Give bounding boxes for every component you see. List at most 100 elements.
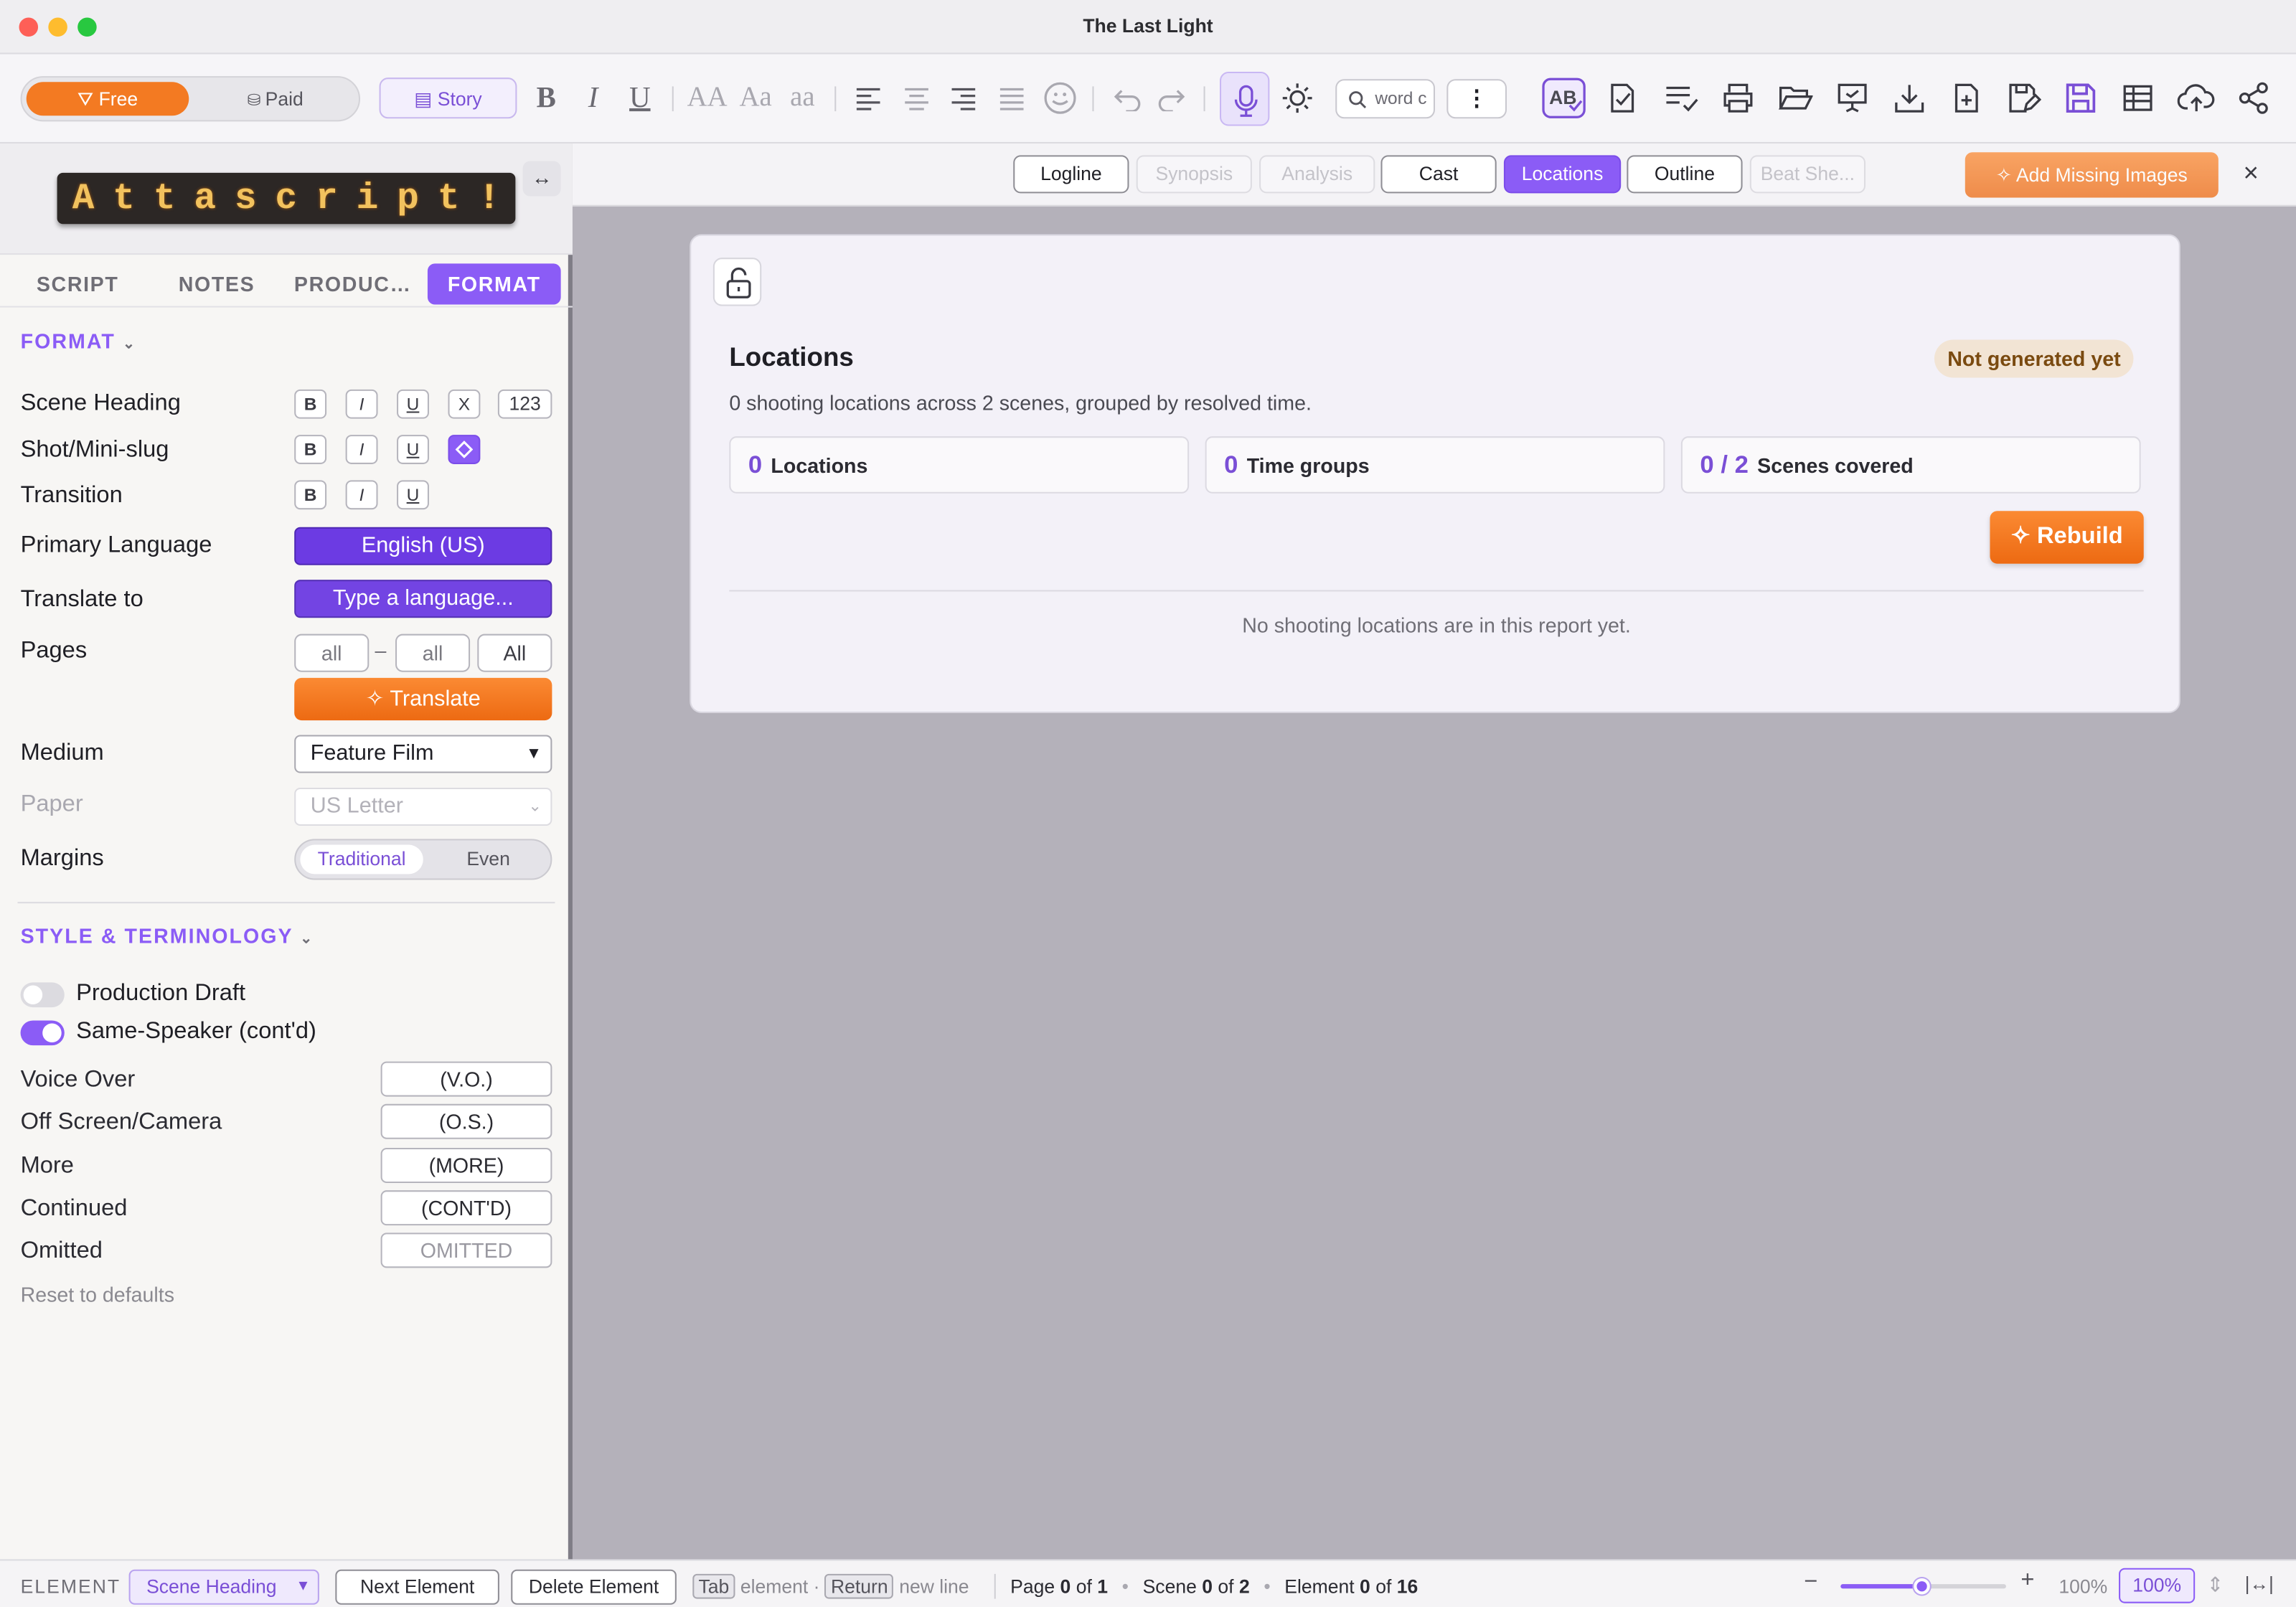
tab-format[interactable]: FORMAT	[427, 263, 561, 305]
next-element-button[interactable]: Next Element	[335, 1569, 499, 1605]
search-input[interactable]: word c	[1335, 79, 1435, 119]
pages-dash: –	[375, 638, 387, 662]
save-icon[interactable]	[2064, 80, 2099, 116]
table-icon[interactable]	[2120, 80, 2155, 116]
tab-production[interactable]: PRODUC…	[290, 263, 416, 304]
shot-italic-button[interactable]: I	[345, 435, 378, 464]
transition-label: Transition	[20, 483, 123, 509]
separator-dot: •	[1264, 1575, 1271, 1598]
translate-language-input[interactable]: Type a language...	[294, 580, 552, 618]
document-check-icon[interactable]	[1605, 80, 1640, 116]
transition-underline-button[interactable]: U	[397, 480, 429, 510]
paid-option[interactable]: ⛁ Paid	[194, 82, 355, 116]
zoom-input[interactable]: 100%	[2119, 1568, 2196, 1603]
emoji-icon[interactable]	[1043, 80, 1078, 116]
lowercase-button[interactable]: aa	[782, 80, 823, 116]
style-section-title: STYLE & TERMINOLOGY	[20, 923, 293, 948]
redo-icon[interactable]	[1157, 85, 1186, 112]
scene-heading-italic-button[interactable]: I	[345, 389, 378, 419]
print-icon[interactable]	[1721, 80, 1756, 116]
delete-element-button[interactable]: Delete Element	[511, 1569, 677, 1605]
stat-label: Scenes covered	[1757, 453, 1914, 478]
sun-icon[interactable]	[1280, 80, 1315, 116]
rebuild-button[interactable]: ✧ Rebuild	[1990, 511, 2144, 564]
align-right-icon[interactable]	[949, 85, 978, 111]
scene-heading-underline-button[interactable]: U	[397, 389, 429, 419]
download-icon[interactable]	[1892, 80, 1927, 116]
more-menu-button[interactable]: ⋮	[1446, 79, 1507, 119]
titlecase-button[interactable]: Aa	[733, 80, 777, 116]
primary-language-field[interactable]: English (US)	[294, 527, 552, 565]
zoom-in-icon[interactable]: +	[2020, 1568, 2034, 1595]
empty-state-message: No shooting locations are in this report…	[1242, 613, 1631, 637]
plan-toggle[interactable]: ⛛ Free ⛁ Paid	[20, 76, 361, 122]
sparkle-icon: ✧	[365, 687, 390, 712]
unlock-button[interactable]	[712, 258, 762, 306]
scene-numbers-button[interactable]: 123	[497, 389, 552, 419]
tab-cast[interactable]: Cast	[1380, 155, 1497, 194]
report-title: Locations	[729, 342, 854, 372]
same-speaker-toggle[interactable]	[20, 1020, 65, 1046]
omitted-label: Omitted	[20, 1238, 103, 1264]
free-option[interactable]: ⛛ Free	[26, 82, 189, 116]
margins-even-option[interactable]: Even	[428, 845, 549, 875]
scene-heading-clear-button[interactable]: X	[448, 389, 481, 419]
presentation-icon[interactable]	[1835, 80, 1870, 116]
format-section-header[interactable]: FORMAT ⌄	[21, 329, 136, 353]
bold-button[interactable]: B	[530, 80, 563, 116]
more-vertical-icon: ⋮	[1465, 86, 1488, 112]
close-panel-button[interactable]: ×	[2244, 158, 2259, 189]
translate-button[interactable]: ✧ Translate	[294, 677, 552, 721]
shot-underline-button[interactable]: U	[397, 435, 429, 464]
production-draft-toggle[interactable]	[20, 982, 65, 1008]
element-type-select[interactable]: Scene Heading ▼	[128, 1569, 319, 1605]
folder-open-icon[interactable]	[1778, 80, 1813, 116]
zoom-out-icon[interactable]: −	[1804, 1570, 1817, 1596]
continued-input[interactable]: (CONT'D)	[380, 1190, 552, 1226]
pages-from-input[interactable]: all	[294, 633, 370, 672]
omitted-input[interactable]: OMITTED	[380, 1233, 552, 1268]
underline-button[interactable]: U	[624, 80, 656, 116]
tab-logline[interactable]: Logline	[1013, 155, 1129, 194]
cloud-upload-icon[interactable]	[2177, 80, 2216, 116]
transition-bold-button[interactable]: B	[294, 480, 327, 510]
zoom-slider[interactable]	[1840, 1578, 2006, 1595]
share-icon[interactable]	[2236, 80, 2271, 116]
tab-script[interactable]: SCRIPT	[17, 263, 137, 304]
uppercase-button[interactable]: AA	[684, 80, 730, 116]
tab-locations[interactable]: Locations	[1503, 155, 1622, 194]
style-section-header[interactable]: STYLE & TERMINOLOGY ⌄	[21, 924, 314, 948]
pages-all-button[interactable]: All	[477, 633, 552, 672]
off-screen-input[interactable]: (O.S.)	[380, 1103, 552, 1139]
pages-to-input[interactable]: all	[395, 633, 471, 672]
tab-notes[interactable]: NOTES	[158, 263, 275, 304]
transition-italic-button[interactable]: I	[345, 480, 378, 510]
scene-heading-bold-button[interactable]: B	[294, 389, 327, 419]
undo-icon[interactable]	[1113, 85, 1142, 112]
shot-highlight-button[interactable]	[448, 435, 481, 464]
voice-over-input[interactable]: (V.O.)	[380, 1061, 552, 1097]
dictation-button[interactable]	[1219, 71, 1270, 126]
justify-icon[interactable]	[997, 85, 1027, 111]
list-check-icon[interactable]	[1663, 80, 1698, 116]
more-input[interactable]: (MORE)	[380, 1147, 552, 1183]
zoom-slider-knob[interactable]	[1913, 1578, 1929, 1595]
add-missing-images-button[interactable]: ✧ Add Missing Images	[1965, 152, 2219, 198]
new-document-icon[interactable]	[1949, 80, 1984, 116]
margins-toggle[interactable]: Traditional Even	[294, 839, 552, 880]
spellcheck-icon[interactable]: AB	[1542, 77, 1586, 118]
italic-button[interactable]: I	[577, 80, 609, 116]
fit-height-icon[interactable]: ⇕	[2207, 1573, 2224, 1598]
shot-bold-button[interactable]: B	[294, 435, 327, 464]
align-left-icon[interactable]	[854, 85, 883, 111]
free-label: Free	[98, 88, 138, 110]
margins-traditional-option[interactable]: Traditional	[300, 844, 423, 875]
resize-sidebar-button[interactable]: ↔	[522, 161, 561, 197]
tab-outline[interactable]: Outline	[1627, 155, 1743, 194]
align-center-icon[interactable]	[902, 85, 931, 111]
story-button[interactable]: ▤ Story	[379, 77, 517, 119]
reset-defaults-link[interactable]: Reset to defaults	[21, 1283, 174, 1306]
save-as-icon[interactable]	[2006, 80, 2041, 116]
medium-select[interactable]: Feature Film ▼	[294, 735, 552, 773]
fit-width-icon[interactable]: |↔|	[2245, 1573, 2274, 1595]
